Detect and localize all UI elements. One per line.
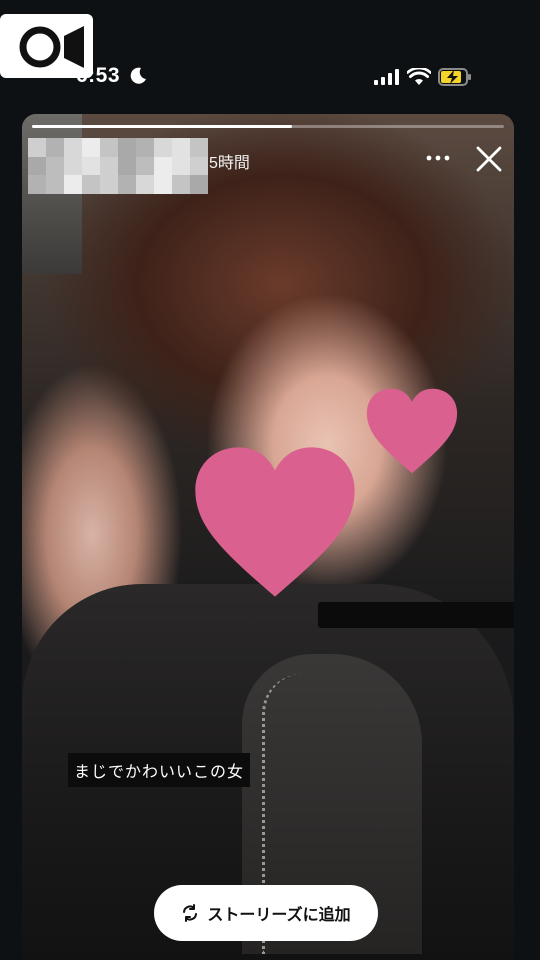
mosaic-tile <box>190 175 208 194</box>
battery-charging-icon <box>438 68 471 86</box>
mosaic-tile <box>82 156 100 176</box>
mosaic-tile <box>118 138 136 157</box>
cellular-signal-icon <box>374 69 399 85</box>
mosaic-tile <box>154 156 172 176</box>
username-mosaic-blur[interactable] <box>28 138 208 194</box>
mosaic-tile <box>136 156 154 176</box>
status-time: 6:53 <box>76 64 121 87</box>
repost-icon <box>183 904 198 922</box>
mosaic-tile <box>82 138 100 157</box>
mosaic-tile <box>46 138 64 157</box>
mosaic-tile <box>136 138 154 157</box>
mosaic-tile <box>100 156 118 176</box>
mosaic-tile <box>136 175 154 194</box>
mosaic-tile <box>64 175 82 194</box>
mosaic-tile <box>100 138 118 157</box>
mosaic-tile <box>82 175 100 194</box>
mosaic-tile <box>190 138 208 157</box>
heart-sticker-small <box>366 388 458 474</box>
mosaic-tile <box>172 156 190 176</box>
close-icon[interactable] <box>474 144 504 174</box>
story-time-ago: 5時間 <box>209 155 250 172</box>
story-viewer[interactable]: 5時間 まじでかわいいこの女 ストーリーズに追加 <box>22 114 514 960</box>
mosaic-tile <box>46 156 64 176</box>
heart-sticker-large <box>195 447 355 597</box>
mosaic-tile <box>64 156 82 176</box>
video-camera-icon <box>19 26 84 68</box>
mosaic-tile <box>64 138 82 157</box>
mosaic-tile <box>190 156 208 176</box>
mosaic-tile <box>100 175 118 194</box>
do-not-disturb-moon-icon <box>130 67 146 84</box>
mosaic-tile <box>118 175 136 194</box>
add-to-stories-label: ストーリーズに追加 <box>207 907 351 924</box>
mosaic-tile <box>172 138 190 157</box>
wifi-icon <box>407 68 431 85</box>
mosaic-tile <box>28 175 46 194</box>
mosaic-tile <box>154 138 172 157</box>
mosaic-tile <box>154 175 172 194</box>
mosaic-tile <box>172 175 190 194</box>
mosaic-tile <box>46 175 64 194</box>
mosaic-tile <box>28 156 46 176</box>
add-to-stories-button[interactable]: ストーリーズに追加 <box>154 885 378 941</box>
mosaic-tile <box>28 138 46 157</box>
story-progress-fill <box>32 125 292 128</box>
redaction-bar <box>318 602 514 628</box>
mosaic-tile <box>118 156 136 176</box>
story-progress-bar <box>32 125 504 128</box>
more-options-icon[interactable] <box>424 148 452 168</box>
story-caption: まじでかわいいこの女 <box>68 753 251 787</box>
